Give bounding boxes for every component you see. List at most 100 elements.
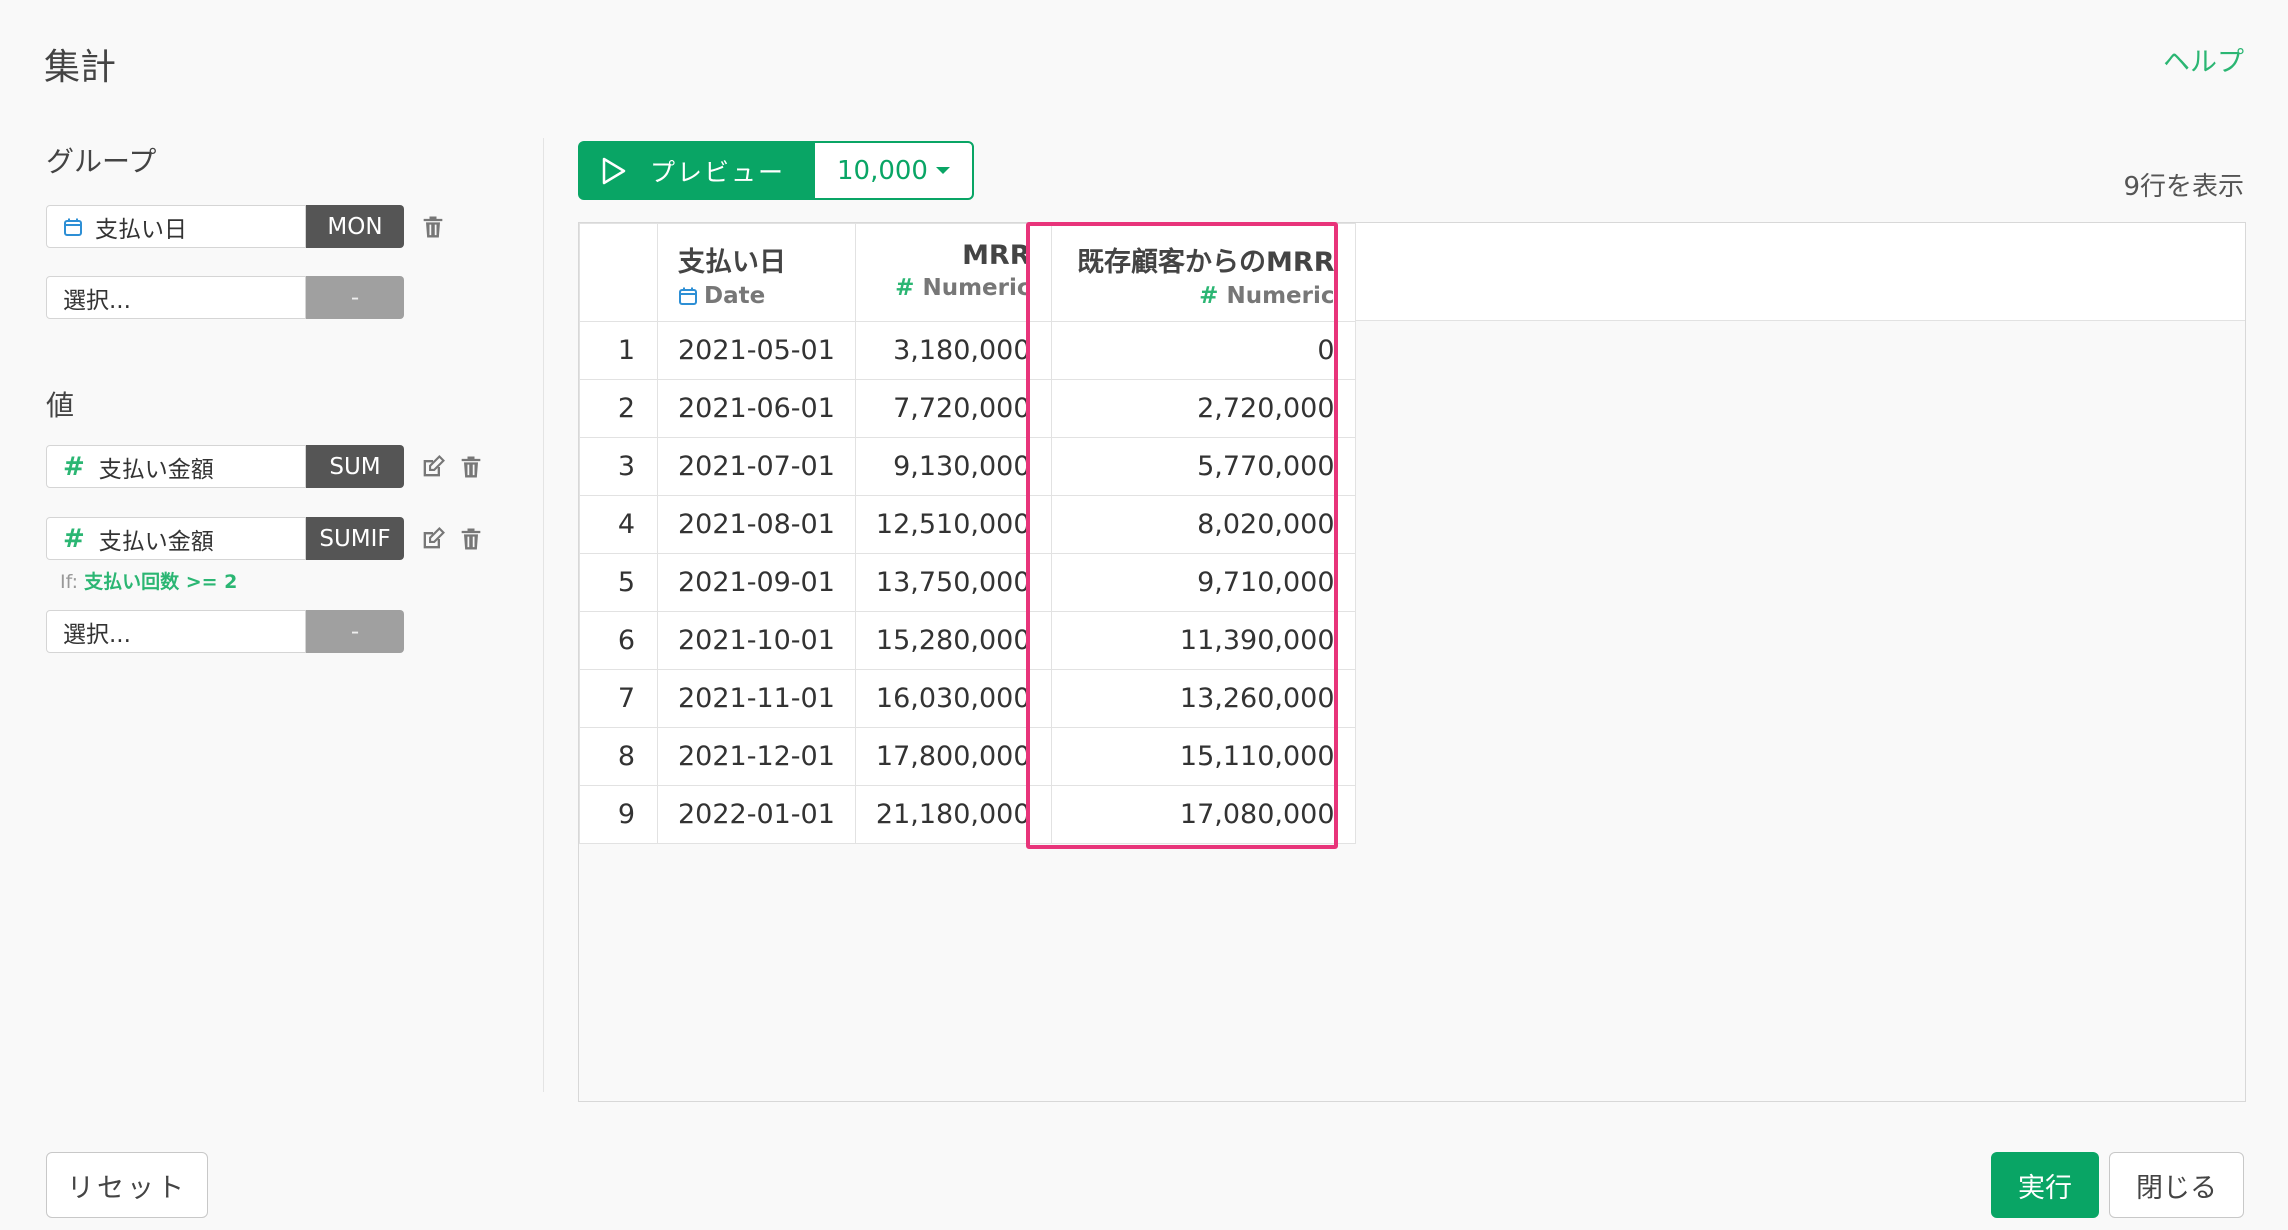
reset-button[interactable]: リセット — [46, 1152, 208, 1218]
cell-payment-date: 2021-09-01 — [657, 553, 856, 612]
column-type-label: Numeric — [922, 275, 1031, 301]
row-index: 5 — [579, 553, 658, 612]
condition-prefix: If: — [60, 571, 79, 593]
trash-icon[interactable] — [456, 452, 486, 482]
table-row: 3 2021-07-01 9,130,000 5,770,000 — [579, 437, 1356, 496]
row-limit-value: 10,000 — [837, 155, 928, 186]
cell-mrr: 16,030,000 — [854, 669, 1052, 728]
value-empty-agg[interactable]: - — [306, 610, 404, 653]
close-button[interactable]: 閉じる — [2109, 1152, 2244, 1218]
hash-icon: # — [1199, 283, 1219, 309]
hash-icon: # — [895, 275, 915, 301]
table-row: 8 2021-12-01 17,800,000 15,110,000 — [579, 727, 1356, 786]
value-select-field[interactable]: 選択... — [46, 610, 306, 653]
group-empty-agg[interactable]: - — [306, 276, 404, 319]
trash-icon[interactable] — [456, 524, 486, 554]
row-index: 8 — [579, 727, 658, 786]
run-button[interactable]: 実行 — [1991, 1152, 2099, 1218]
cell-payment-date: 2021-10-01 — [657, 611, 856, 670]
calendar-icon — [679, 287, 697, 305]
group-field-row: 支払い日 MON — [46, 205, 448, 248]
column-header-mrr[interactable]: MRR # Numeric — [854, 223, 1052, 322]
cell-mrr: 9,130,000 — [854, 437, 1052, 496]
condition-text: 支払い回数 >= 2 — [84, 571, 238, 593]
dialog-title: 集計 — [44, 47, 117, 88]
value-field-label: 支払い金額 — [98, 528, 214, 555]
table-row: 9 2022-01-01 21,180,000 17,080,000 — [579, 785, 1356, 844]
help-link[interactable]: ヘルプ — [2163, 40, 2244, 79]
table-row: 1 2021-05-01 3,180,000 0 — [579, 321, 1356, 380]
value-agg-button[interactable]: SUM — [306, 445, 404, 488]
cell-payment-date: 2021-11-01 — [657, 669, 856, 728]
cell-payment-date: 2021-12-01 — [657, 727, 856, 786]
cell-existing-mrr: 2,720,000 — [1050, 379, 1356, 438]
cell-existing-mrr: 0 — [1050, 321, 1356, 380]
cell-existing-mrr: 8,020,000 — [1050, 495, 1356, 554]
panel-divider — [543, 138, 544, 1092]
column-type-label: Date — [704, 283, 766, 309]
cell-mrr: 7,720,000 — [854, 379, 1052, 438]
preview-table-container: 支払い日 Date MRR # Numeric 既存顧客からのMRR # Num… — [578, 222, 2246, 1102]
row-index: 9 — [579, 785, 658, 844]
preview-button[interactable]: プレビュー — [578, 141, 814, 200]
chevron-down-icon — [935, 167, 950, 174]
row-index: 1 — [579, 321, 658, 380]
column-type-label: Numeric — [1226, 283, 1335, 309]
column-name: MRR — [962, 240, 1031, 271]
row-index: 4 — [579, 495, 658, 554]
cell-payment-date: 2022-01-01 — [657, 785, 856, 844]
table-row: 5 2021-09-01 13,750,000 9,710,000 — [579, 553, 1356, 612]
edit-icon[interactable] — [418, 452, 448, 482]
cell-mrr: 3,180,000 — [854, 321, 1052, 380]
value-field-row-2: # 支払い金額 SUMIF — [46, 517, 486, 560]
left-panel: グループ 支払い日 MON 選択... - 値 # 支払い金額 SUM # 支払… — [46, 140, 481, 653]
value-field-payment-amount[interactable]: # 支払い金額 — [46, 445, 306, 488]
value-empty-row: 選択... - — [46, 610, 404, 653]
cell-mrr: 21,180,000 — [854, 785, 1052, 844]
hash-icon: # — [63, 523, 85, 554]
column-header-existing-mrr[interactable]: 既存顧客からのMRR # Numeric — [1050, 223, 1356, 322]
row-count-label: 9行を表示 — [2123, 172, 2244, 202]
values-section-label: 値 — [46, 389, 75, 422]
table-row: 4 2021-08-01 12,510,000 8,020,000 — [579, 495, 1356, 554]
header-filler — [1329, 223, 2245, 321]
cell-payment-date: 2021-08-01 — [657, 495, 856, 554]
cell-existing-mrr: 9,710,000 — [1050, 553, 1356, 612]
table-row: 7 2021-11-01 16,030,000 13,260,000 — [579, 669, 1356, 728]
cell-mrr: 15,280,000 — [854, 611, 1052, 670]
hash-icon: # — [63, 451, 85, 482]
cell-payment-date: 2021-07-01 — [657, 437, 856, 496]
sumif-condition[interactable]: If: 支払い回数 >= 2 — [60, 567, 237, 594]
column-type: # Numeric — [876, 275, 1031, 301]
group-select-field[interactable]: 選択... — [46, 276, 306, 319]
cell-payment-date: 2021-06-01 — [657, 379, 856, 438]
row-limit-dropdown[interactable]: 10,000 — [813, 141, 974, 200]
column-type: Date — [678, 283, 835, 309]
group-agg-button[interactable]: MON — [306, 205, 404, 248]
row-index: 3 — [579, 437, 658, 496]
cell-existing-mrr: 17,080,000 — [1050, 785, 1356, 844]
table-header-row: 支払い日 Date MRR # Numeric 既存顧客からのMRR # Num… — [579, 223, 1356, 322]
index-header — [579, 223, 658, 322]
cell-existing-mrr: 13,260,000 — [1050, 669, 1356, 728]
column-header-payment-date[interactable]: 支払い日 Date — [657, 223, 856, 322]
value-field-payment-amount[interactable]: # 支払い金額 — [46, 517, 306, 560]
cell-existing-mrr: 15,110,000 — [1050, 727, 1356, 786]
group-field-payment-date[interactable]: 支払い日 — [46, 205, 306, 248]
cell-existing-mrr: 5,770,000 — [1050, 437, 1356, 496]
trash-icon[interactable] — [418, 212, 448, 242]
calendar-icon — [64, 218, 82, 236]
aggregate-dialog: 集計 ヘルプ グループ 支払い日 MON 選択... - 値 # 支払い金額 S… — [0, 0, 2288, 1230]
value-field-label: 支払い金額 — [98, 456, 214, 483]
preview-label: プレビュー — [650, 157, 786, 187]
preview-table: 支払い日 Date MRR # Numeric 既存顧客からのMRR # Num… — [579, 223, 1356, 844]
value-field-row-1: # 支払い金額 SUM — [46, 445, 486, 488]
play-icon — [602, 157, 626, 184]
cell-payment-date: 2021-05-01 — [657, 321, 856, 380]
edit-icon[interactable] — [418, 524, 448, 554]
group-field-label: 支払い日 — [95, 216, 187, 243]
group-empty-row: 選択... - — [46, 276, 404, 319]
value-agg-button[interactable]: SUMIF — [306, 517, 404, 560]
cell-mrr: 17,800,000 — [854, 727, 1052, 786]
group-section-label: グループ — [46, 145, 157, 178]
